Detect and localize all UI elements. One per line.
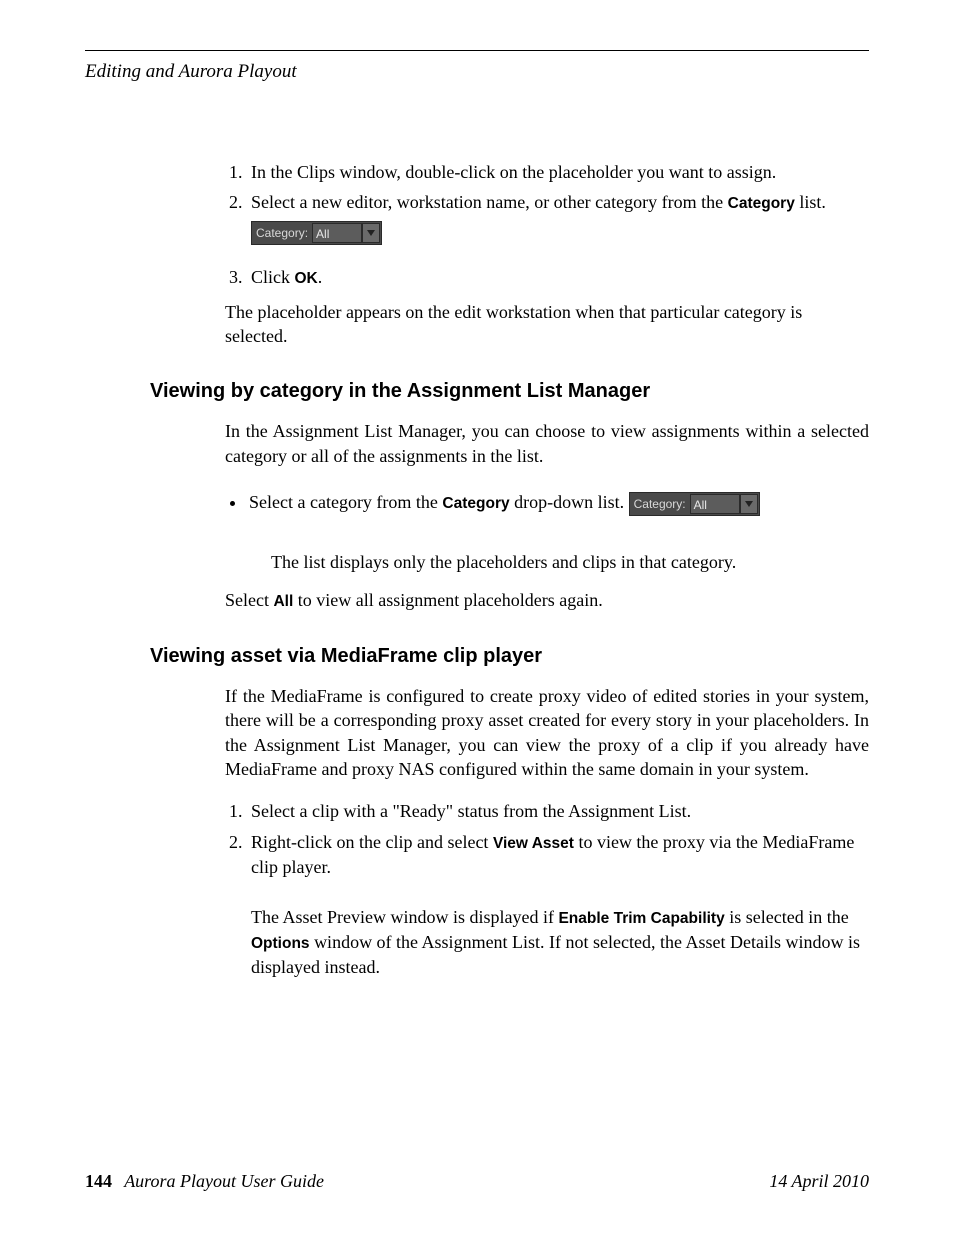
viewcat-bullet-pre: Select a category from the (249, 492, 442, 512)
running-head: Editing and Aurora Playout (85, 59, 869, 85)
doc-title: Aurora Playout User Guide (124, 1171, 324, 1191)
viewcat-select-bold: All (273, 593, 293, 610)
category-label: Category: (252, 222, 312, 244)
page-number: 144 (85, 1171, 112, 1191)
viewasset-intro: If the MediaFrame is configured to creat… (225, 684, 869, 781)
step-2-pre: Select a new editor, workstation name, o… (251, 192, 728, 212)
footer-date: 14 April 2010 (769, 1169, 869, 1193)
chevron-down-icon[interactable] (362, 223, 380, 243)
footer-left: 144 Aurora Playout User Guide (85, 1169, 324, 1193)
category-widget-2: Category: All (629, 490, 760, 516)
category-dropdown[interactable]: Category: All (251, 221, 382, 245)
footer: 144 Aurora Playout User Guide 14 April 2… (85, 1169, 869, 1193)
category-widget-1: Category: All (251, 219, 382, 245)
viewcat-bullet: Select a category from the Category drop… (247, 486, 869, 574)
step-3: Click OK. (247, 265, 869, 290)
heading-viewcat: Viewing by category in the Assignment Li… (150, 378, 869, 405)
category-value: All (312, 223, 362, 243)
step-3-bold: OK (295, 270, 318, 287)
page: Editing and Aurora Playout In the Clips … (0, 0, 954, 1235)
step-3-pre: Click (251, 267, 295, 287)
note-bold-2: Options (251, 935, 310, 952)
viewcat-block: In the Assignment List Manager, you can … (225, 419, 869, 613)
category-value: All (690, 494, 740, 514)
viewcat-select-post: to view all assignment placeholders agai… (293, 590, 602, 610)
intro-steps: In the Clips window, double-click on the… (225, 160, 869, 290)
note-pre: The Asset Preview window is displayed if (251, 907, 558, 927)
note-post: window of the Assignment List. If not se… (251, 932, 860, 977)
viewasset-note: The Asset Preview window is displayed if… (251, 905, 869, 979)
step-2-post: list. (795, 192, 826, 212)
viewcat-bullets: Select a category from the Category drop… (225, 486, 869, 574)
viewasset-step-1: Select a clip with a "Ready" status from… (247, 799, 869, 823)
note-mid: is selected in the (725, 907, 849, 927)
viewcat-sub-result: The list displays only the placeholders … (271, 550, 869, 574)
chevron-down-icon[interactable] (740, 494, 758, 514)
viewcat-intro: In the Assignment List Manager, you can … (225, 419, 869, 468)
viewcat-select-pre: Select (225, 590, 273, 610)
heading-viewasset: Viewing asset via MediaFrame clip player (150, 643, 869, 670)
viewcat-bullet-post: drop-down list. (510, 492, 625, 512)
viewasset-steps: Select a clip with a "Ready" status from… (225, 799, 869, 979)
step-3-post: . (318, 267, 323, 287)
category-dropdown[interactable]: Category: All (629, 492, 760, 516)
viewcat-bullet-bold: Category (442, 495, 509, 512)
viewasset-step-2-bold: View Asset (493, 835, 574, 852)
intro-block: In the Clips window, double-click on the… (225, 160, 869, 349)
viewcat-select-all: Select All to view all assignment placeh… (225, 588, 869, 613)
step-1: In the Clips window, double-click on the… (247, 160, 869, 184)
step-2-bold: Category (728, 195, 795, 212)
viewasset-step-2: Right-click on the clip and select View … (247, 830, 869, 979)
note-bold-1: Enable Trim Capability (558, 910, 724, 927)
category-label: Category: (630, 493, 690, 515)
viewasset-block: If the MediaFrame is configured to creat… (225, 684, 869, 979)
intro-result: The placeholder appears on the edit work… (225, 300, 869, 349)
header-rule (85, 50, 869, 51)
viewasset-step-2-pre: Right-click on the clip and select (251, 832, 493, 852)
step-2: Select a new editor, workstation name, o… (247, 190, 869, 259)
